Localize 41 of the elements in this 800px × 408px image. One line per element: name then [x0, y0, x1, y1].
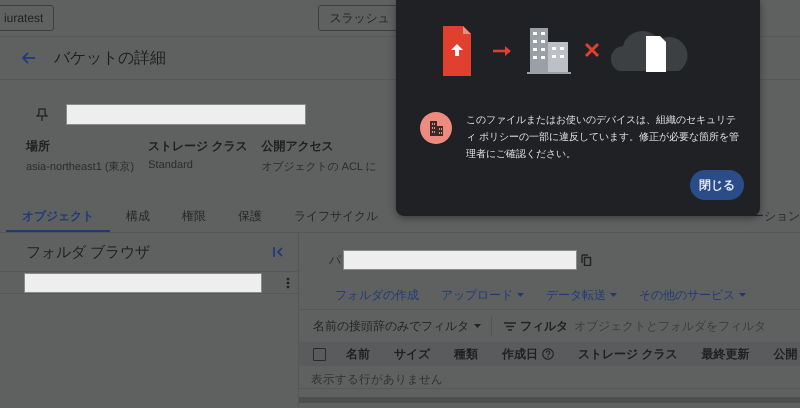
file-upload-icon	[443, 26, 471, 76]
pin-icon	[36, 108, 48, 120]
column-header: 種類	[454, 346, 479, 362]
tab[interactable]: 構成	[110, 202, 166, 232]
page-title: バケットの詳細	[54, 48, 166, 68]
column-header: 公開	[773, 346, 798, 362]
warning-message: このファイルまたはお使いのデバイスは、組織のセキュリティ ポリシーの一部に違反しています。修正が必要な箇所を管理者にご確認ください。	[466, 114, 740, 162]
filter-icon	[504, 322, 516, 330]
property-label: 場所	[26, 138, 51, 155]
tab[interactable]: 保護	[222, 202, 278, 232]
property-label: ストレージ クラス	[148, 138, 248, 155]
action-link[interactable]: フォルダの作成	[335, 286, 419, 304]
column-header: 名前	[346, 346, 371, 362]
help-icon[interactable]	[542, 348, 554, 360]
cloud-file-icon	[610, 31, 688, 72]
tab[interactable]: 権限	[166, 202, 222, 232]
top-button[interactable]: iuratest	[0, 5, 54, 31]
property-label: 公開アクセス	[262, 138, 335, 155]
tab[interactable]: オブジェクト	[6, 202, 110, 232]
action-link[interactable]: データ転送	[546, 286, 617, 304]
column-header: 作成日	[502, 346, 538, 362]
column-header: 最終更新	[701, 346, 750, 362]
filter-label: フィルタ	[520, 318, 568, 334]
cross-icon	[584, 42, 600, 58]
select-all-checkbox[interactable]	[313, 348, 326, 360]
building-icon	[527, 28, 571, 74]
building-icon	[420, 112, 452, 144]
action-link[interactable]: その他のサービス	[639, 286, 746, 304]
more-options-icon[interactable]	[286, 276, 290, 288]
close-button[interactable]: 閉じる	[690, 170, 744, 200]
arrow-icon	[493, 46, 511, 56]
panel-title: フォルダ ブラウザ	[26, 242, 150, 262]
tab[interactable]: ライフサイクル	[278, 202, 394, 232]
action-link[interactable]: アップロード	[441, 286, 524, 304]
column-header: サイズ	[394, 346, 432, 362]
collapse-icon[interactable]	[272, 246, 284, 258]
column-header: ストレージ クラス	[578, 346, 678, 362]
caret-icon	[474, 324, 481, 328]
copy-icon[interactable]	[581, 254, 592, 266]
prefix-filter-dropdown[interactable]: 名前の接頭辞のみでフィルタ	[313, 316, 492, 336]
back-arrow-icon[interactable]	[20, 50, 36, 66]
